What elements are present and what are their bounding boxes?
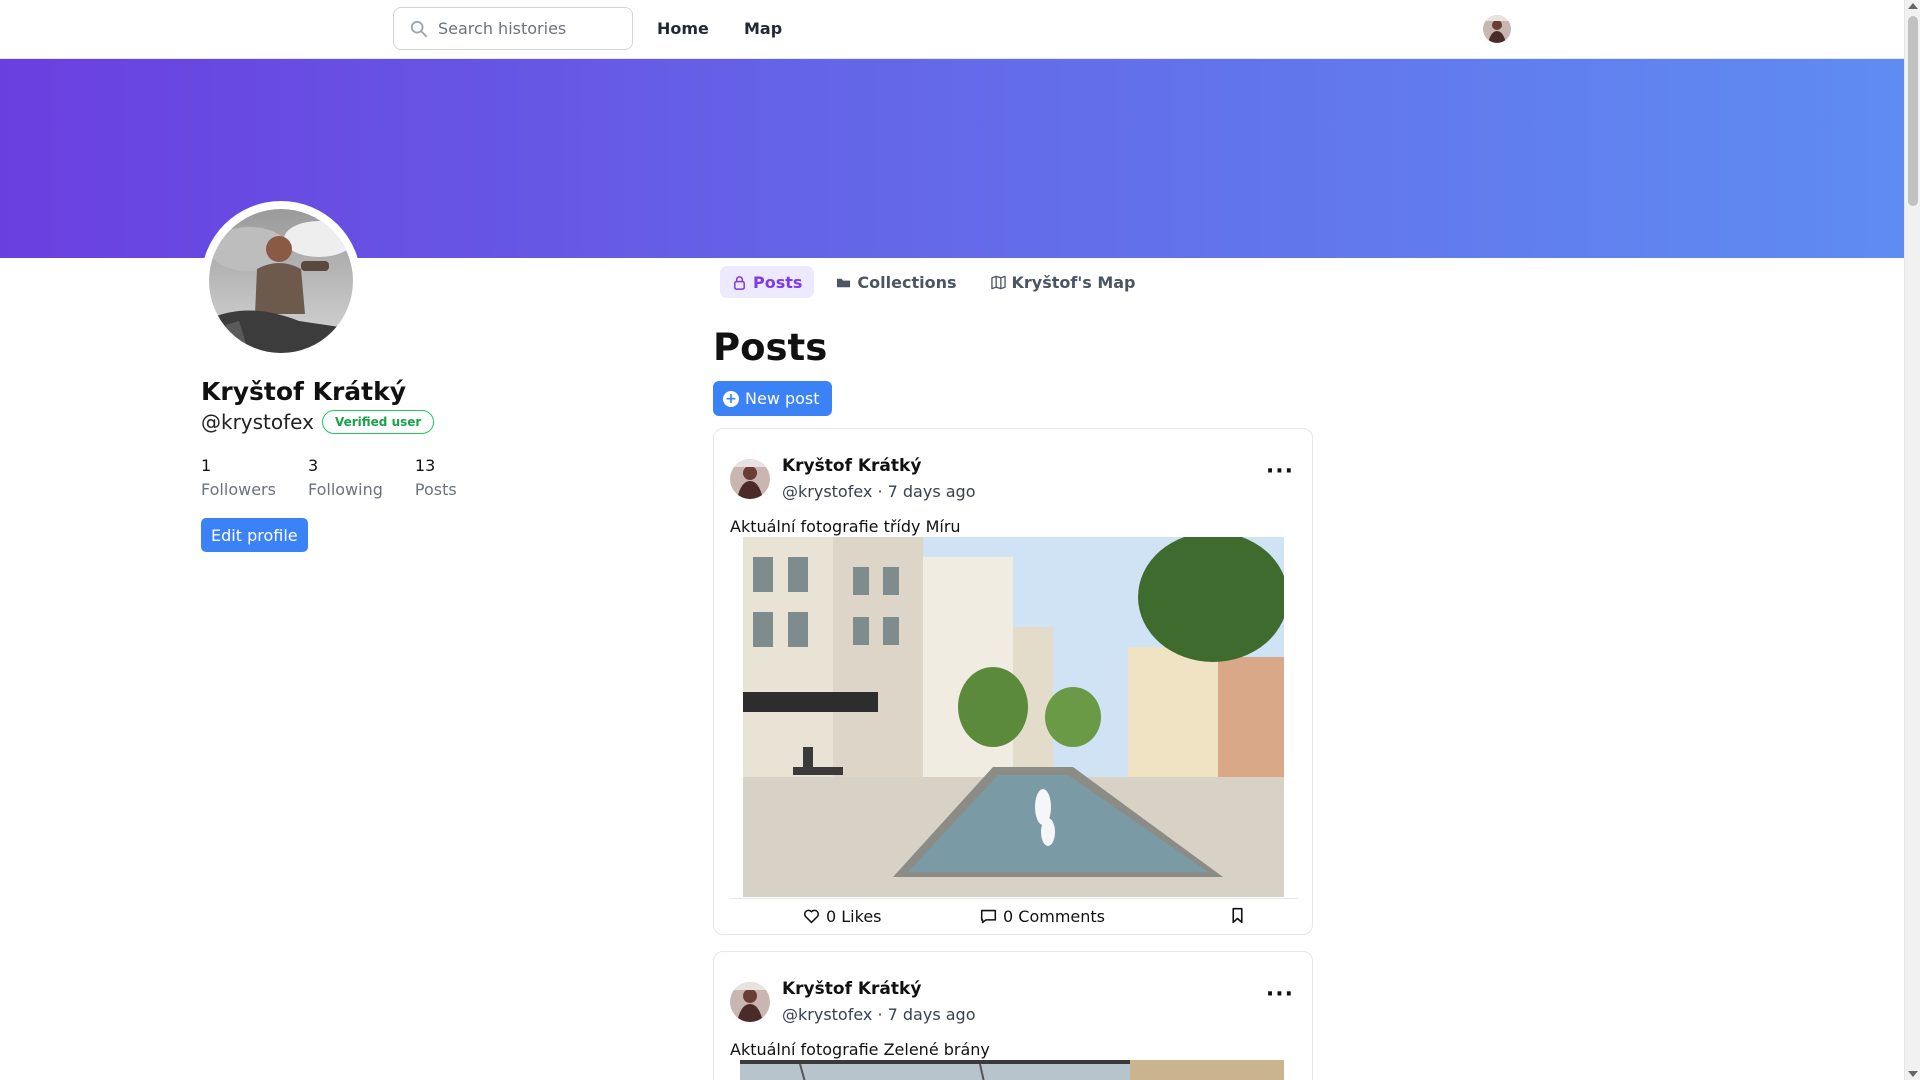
profile-stats: 1 Followers 3 Following 13 Posts <box>201 456 489 504</box>
stat-label: Posts <box>414 480 457 499</box>
page-title: Posts <box>713 326 828 369</box>
comments-count: 0 Comments <box>1003 907 1105 926</box>
likes-count: 0 Likes <box>826 907 882 926</box>
plus-circle-icon: + <box>723 390 739 407</box>
verified-badge: Verified user <box>321 410 435 434</box>
stat-label: Followers <box>201 480 276 499</box>
post-image[interactable] <box>740 1060 1284 1080</box>
tab-map[interactable]: Kryštof's Map <box>979 266 1148 298</box>
post-text: Aktuální fotografie třídy Míru <box>730 517 961 536</box>
nav-home-link[interactable]: Home <box>657 19 709 38</box>
tab-label: Posts <box>753 272 803 292</box>
stat-value: 1 <box>201 456 212 475</box>
nav-map-link[interactable]: Map <box>744 19 782 38</box>
top-navigation: Home Map <box>0 0 1904 59</box>
comment-icon <box>980 909 997 924</box>
scroll-thumb[interactable] <box>1908 16 1918 206</box>
tab-collections[interactable]: Collections <box>824 266 968 298</box>
user-avatar-icon[interactable] <box>1483 15 1511 43</box>
post-author[interactable]: Kryštof Krátký <box>782 456 921 476</box>
post-divider <box>730 898 1298 899</box>
profile-tabs: Posts Collections Kryštof's Map <box>720 266 1148 298</box>
search-input[interactable] <box>438 19 618 38</box>
more-options-icon[interactable]: ··· <box>1266 984 1294 1006</box>
stat-posts[interactable]: 13 Posts <box>415 456 457 504</box>
author-avatar[interactable] <box>730 459 770 499</box>
post-meta: @krystofex · 7 days ago <box>782 482 976 501</box>
stat-label: Following <box>307 480 383 499</box>
folder-icon <box>837 278 851 287</box>
profile-handle-row: @krystofex Verified user <box>201 410 435 434</box>
tab-posts[interactable]: Posts <box>720 266 815 298</box>
post-meta: @krystofex · 7 days ago <box>782 1005 976 1024</box>
profile-avatar <box>201 201 361 361</box>
search-box[interactable] <box>393 7 633 50</box>
post-card: Kryštof Krátký @krystofex · 7 days ago ·… <box>713 428 1313 935</box>
new-post-label: New post <box>745 389 820 408</box>
bookmark-icon <box>1232 907 1243 924</box>
tab-label: Collections <box>857 272 957 292</box>
profile-name: Kryštof Krátký <box>201 377 407 406</box>
heart-icon <box>804 909 819 924</box>
bookmark-button[interactable] <box>1229 907 1246 924</box>
tab-label: Kryštof's Map <box>1011 272 1136 292</box>
like-button[interactable]: 0 Likes <box>803 907 882 926</box>
post-card: Kryštof Krátký @krystofex · 7 days ago ·… <box>713 951 1313 1080</box>
map-icon <box>990 275 1006 289</box>
stat-value: 3 <box>307 456 319 475</box>
author-avatar[interactable] <box>730 982 770 1022</box>
more-options-icon[interactable]: ··· <box>1266 461 1294 483</box>
profile-handle: @krystofex <box>201 410 314 434</box>
scroll-up-arrow-icon[interactable] <box>1908 3 1918 9</box>
comment-button[interactable]: 0 Comments <box>980 907 1105 926</box>
post-actions: 0 Likes 0 Comments <box>730 907 1298 931</box>
post-image[interactable] <box>743 537 1284 897</box>
stat-following[interactable]: 3 Following <box>308 456 383 504</box>
page-scrollbar[interactable] <box>1904 0 1920 1080</box>
new-post-button[interactable]: + New post <box>713 381 832 416</box>
search-icon <box>410 20 428 37</box>
post-author[interactable]: Kryštof Krátký <box>782 979 921 999</box>
post-text: Aktuální fotografie Zelené brány <box>730 1040 990 1059</box>
scroll-down-arrow-icon[interactable] <box>1908 1071 1918 1077</box>
stat-value: 13 <box>414 456 436 475</box>
lock-icon <box>734 275 745 290</box>
stat-followers[interactable]: 1 Followers <box>201 456 276 504</box>
edit-profile-button[interactable]: Edit profile <box>201 518 308 552</box>
